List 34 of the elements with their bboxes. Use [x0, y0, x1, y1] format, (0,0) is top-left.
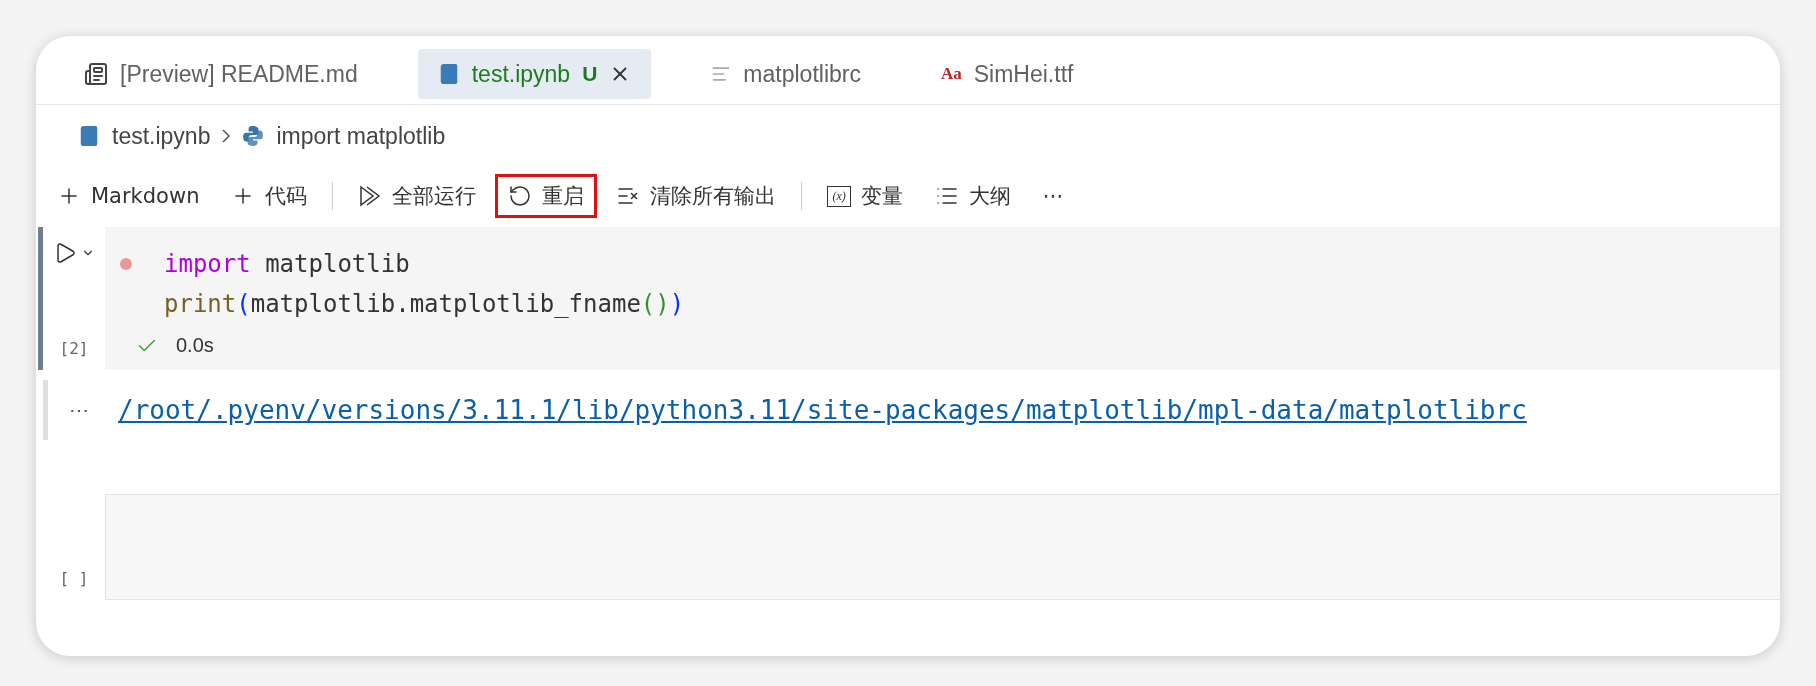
- more-button[interactable]: ⋯: [1029, 174, 1077, 218]
- output-menu[interactable]: ⋯: [48, 398, 110, 422]
- toolbar-button[interactable]: Markdown: [44, 174, 213, 218]
- python-icon: [242, 125, 265, 147]
- code-cell[interactable]: import matplotlib print(matplotlib.matplotlib_fname()) 0.0s: [105, 227, 1780, 370]
- execution-time: 0.0s: [176, 334, 214, 357]
- font-icon: Aa: [940, 64, 962, 84]
- editor-tab[interactable]: test.ipynb U: [417, 49, 652, 99]
- breadcrumb-item[interactable]: import matplotlib: [276, 122, 446, 150]
- execution-count: [ ]: [59, 569, 89, 588]
- chevron-icon: [222, 129, 231, 143]
- toolbar-button[interactable]: 清除所有输出: [603, 174, 790, 218]
- empty-code-cell[interactable]: [105, 494, 1780, 600]
- breakpoint-dot: [120, 258, 132, 270]
- execution-count: [2]: [59, 339, 89, 358]
- breadcrumb-item[interactable]: test.ipynb: [112, 122, 211, 150]
- toolbar-button[interactable]: 全部运行: [345, 174, 490, 218]
- code-line: import matplotlib: [164, 249, 411, 280]
- editor-tab[interactable]: Aa SimHei.ttf: [920, 49, 1094, 99]
- editor-tab[interactable]: [Preview] README.md: [64, 49, 378, 99]
- variables-icon: (x): [827, 185, 851, 207]
- text-file-icon: [711, 64, 732, 84]
- modified-label: U: [582, 62, 598, 86]
- preview-icon: [84, 62, 108, 86]
- code-line: print(matplotlib.matplotlib_fname()): [164, 289, 685, 320]
- toolbar-button[interactable]: 重启: [495, 174, 598, 218]
- notebook-icon: [78, 125, 100, 147]
- toolbar-button[interactable]: (x) 变量: [814, 174, 916, 218]
- toolbar-button[interactable]: 代码: [218, 174, 321, 218]
- file-link[interactable]: /root/.pyenv/versions/3.11.1/lib/python3.11/site-packages/matplotlib/mpl-data/matplotlibrc: [118, 395, 1527, 425]
- restart-icon: [508, 184, 533, 208]
- editor-tab[interactable]: matplotlibrc: [691, 49, 881, 99]
- toolbar-button[interactable]: 大纲: [921, 174, 1024, 218]
- run-all-icon: [358, 185, 383, 207]
